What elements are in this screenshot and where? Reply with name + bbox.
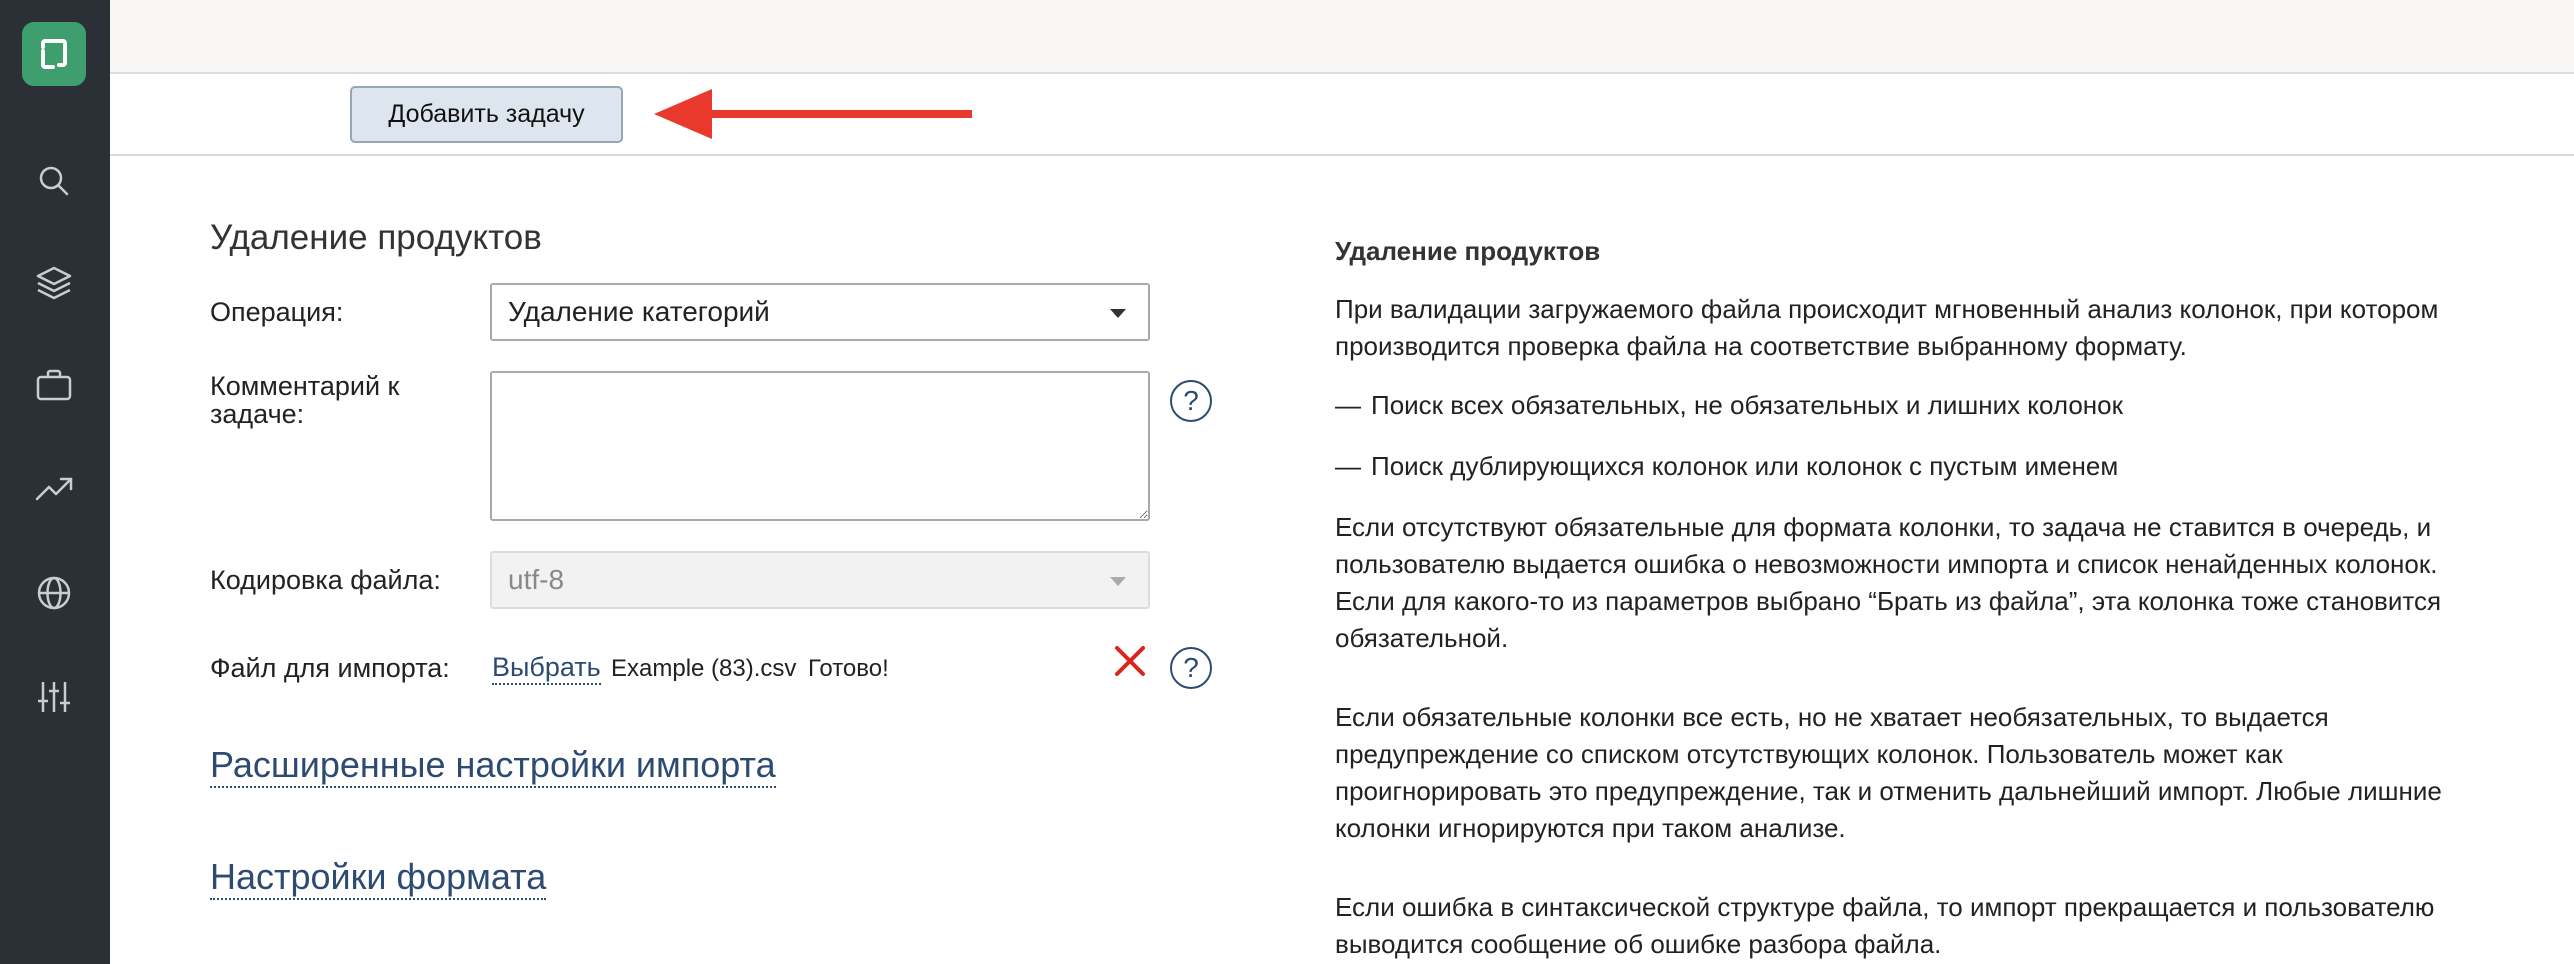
info-intro: При валидации загружаемого файла происхо… <box>1335 294 2439 361</box>
layers-icon[interactable] <box>31 260 77 306</box>
operation-label: Операция: <box>210 297 344 327</box>
file-status: Готово! <box>808 655 889 682</box>
chevron-down-icon <box>1110 577 1126 586</box>
info-paragraph: Если ошибка в синтаксической структуре ф… <box>1335 892 2435 959</box>
choose-file-link[interactable]: Выбрать <box>492 652 601 685</box>
sliders-icon[interactable] <box>31 674 77 720</box>
info-title: Удаление продуктов <box>1335 236 1601 266</box>
encoding-label: Кодировка файла: <box>210 565 441 595</box>
info-paragraph: Если отсутствуют обязательные для формат… <box>1335 512 2442 653</box>
arrow-left-icon <box>654 89 972 139</box>
comment-label: Комментарий к задаче: <box>210 371 400 429</box>
top-bar <box>110 0 2574 74</box>
form-title: Удаление продуктов <box>210 218 542 257</box>
briefcase-icon[interactable] <box>31 362 77 408</box>
operation-select[interactable]: Удаление категорий <box>490 283 1150 341</box>
sidebar <box>0 0 110 964</box>
file-name: Example (83).csv <box>611 655 797 682</box>
format-settings-link[interactable]: Настройки формата <box>210 856 547 900</box>
encoding-select[interactable]: utf-8 <box>490 551 1150 609</box>
app-logo[interactable] <box>22 22 86 86</box>
info-bullet: Поиск дублирующихся колонок или колонок … <box>1335 448 2485 485</box>
add-task-button[interactable]: Добавить задачу <box>350 86 623 143</box>
logo-mark-icon <box>41 39 67 69</box>
help-icon[interactable]: ? <box>1170 380 1212 422</box>
search-icon[interactable] <box>31 158 77 204</box>
globe-icon[interactable] <box>31 570 77 616</box>
file-label: Файл для импорта: <box>210 653 450 683</box>
close-icon[interactable] <box>1112 643 1148 679</box>
info-bullet: Поиск всех обязательных, не обязательных… <box>1335 387 2485 424</box>
info-paragraph: Если обязательные колонки все есть, но н… <box>1335 702 2442 843</box>
trending-up-icon[interactable] <box>31 466 77 512</box>
action-bar: Добавить задачу <box>110 74 2574 156</box>
operation-value: Удаление категорий <box>508 296 770 327</box>
encoding-value: utf-8 <box>508 564 565 595</box>
info-panel: Удаление продуктов При валидации загружа… <box>1335 236 2485 964</box>
comment-textarea[interactable] <box>490 371 1150 521</box>
chevron-down-icon <box>1110 309 1126 318</box>
help-icon[interactable]: ? <box>1170 647 1212 689</box>
advanced-settings-link[interactable]: Расширенные настройки импорта <box>210 744 776 788</box>
